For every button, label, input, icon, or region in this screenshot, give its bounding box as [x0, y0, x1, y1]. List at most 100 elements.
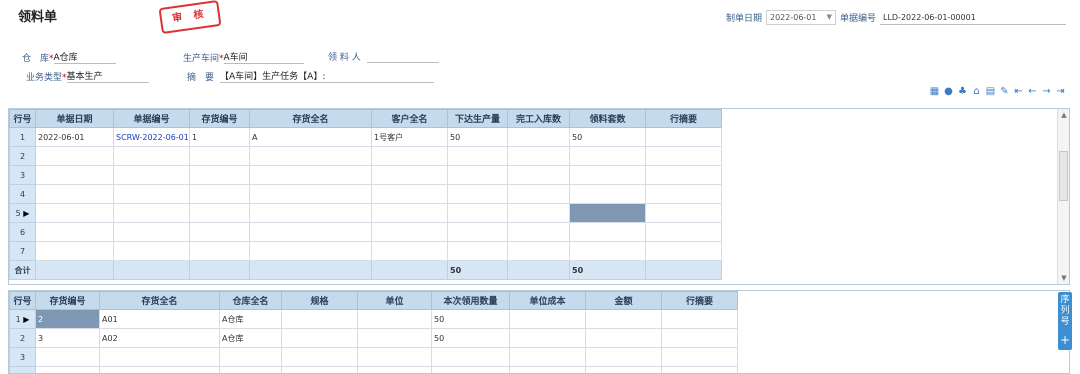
table-cell[interactable]: A仓库: [219, 309, 282, 329]
scroll-up-icon[interactable]: ▲: [1058, 109, 1069, 121]
col-header[interactable]: 行摘要: [645, 109, 722, 128]
table-cell[interactable]: A01: [99, 309, 220, 329]
date-field[interactable]: 2022-06-01 ▼: [765, 10, 836, 25]
table-row[interactable]: 1 ▶ 2 A01 A仓库 50: [9, 309, 738, 329]
row-number[interactable]: 2: [9, 328, 36, 348]
col-header[interactable]: 领料套数: [569, 109, 646, 128]
picker-input[interactable]: [366, 62, 439, 63]
workshop-input[interactable]: A车间: [223, 50, 304, 64]
col-header[interactable]: 存货编号: [189, 109, 250, 128]
add-serial-button[interactable]: +: [1058, 334, 1072, 348]
col-header[interactable]: 存货全名: [249, 109, 372, 128]
table-cell[interactable]: [509, 309, 586, 329]
table-cell[interactable]: 1: [189, 127, 250, 147]
table-cell[interactable]: [509, 328, 586, 348]
table-cell[interactable]: [357, 328, 432, 348]
table-row[interactable]: 6: [9, 222, 722, 242]
col-header[interactable]: 下达生产量: [447, 109, 508, 128]
selected-cell[interactable]: 2: [35, 309, 100, 329]
table-cell[interactable]: [357, 309, 432, 329]
picker-field[interactable]: 领 料 人: [328, 50, 439, 63]
task-link[interactable]: SCRW-2022-06-01-(: [113, 127, 190, 147]
row-number[interactable]: 1: [9, 127, 36, 147]
table-cell[interactable]: [585, 328, 662, 348]
row-number[interactable]: 1 ▶: [9, 309, 36, 329]
scroll-down-icon[interactable]: ▼: [1058, 272, 1069, 284]
table-row[interactable]: 7: [9, 241, 722, 261]
table-cell[interactable]: A: [249, 127, 372, 147]
table-cell[interactable]: [661, 328, 738, 348]
col-header[interactable]: 存货全名: [99, 291, 220, 310]
current-row-icon: ▶: [23, 314, 30, 324]
next-icon[interactable]: →: [1041, 86, 1052, 97]
row-number[interactable]: 3: [9, 165, 36, 185]
table-cell[interactable]: [645, 127, 722, 147]
table-cell[interactable]: 1号客户: [371, 127, 448, 147]
calc-icon[interactable]: ▤: [985, 86, 996, 97]
row-number[interactable]: 5 ▶: [9, 203, 36, 223]
org-icon[interactable]: ♣: [957, 86, 968, 97]
table-row[interactable]: 4: [9, 366, 738, 373]
col-header[interactable]: 仓库全名: [219, 291, 282, 310]
table-cell[interactable]: [281, 309, 358, 329]
material-table: 行号 存货编号 存货全名 仓库全名 规格 单位 本次领用数量 单位成本 金额 行…: [9, 291, 738, 373]
grid-icon[interactable]: ▦: [929, 86, 940, 97]
col-header[interactable]: 单据日期: [35, 109, 114, 128]
summary-field[interactable]: 摘 要 【A车间】生产任务【A】:: [187, 69, 435, 83]
col-header[interactable]: 单位成本: [509, 291, 586, 310]
first-icon[interactable]: ⇤: [1013, 86, 1024, 97]
col-header[interactable]: 单位: [357, 291, 432, 310]
selected-cell[interactable]: [569, 203, 646, 223]
billno-field[interactable]: LLD-2022-06-01-00001: [880, 11, 1066, 25]
table-cell[interactable]: A仓库: [219, 328, 282, 348]
row-number[interactable]: 4: [9, 366, 36, 373]
table-cell[interactable]: [661, 309, 738, 329]
row-number[interactable]: 4: [9, 184, 36, 204]
table-row[interactable]: 2: [9, 146, 722, 166]
col-header[interactable]: 本次领用数量: [431, 291, 510, 310]
table-cell[interactable]: [585, 309, 662, 329]
table-cell[interactable]: 50: [447, 127, 508, 147]
col-header[interactable]: 客户全名: [371, 109, 448, 128]
col-header[interactable]: 存货编号: [35, 291, 100, 310]
table-row[interactable]: 5 ▶: [9, 203, 722, 223]
chevron-down-icon[interactable]: ▼: [827, 11, 832, 24]
table-cell[interactable]: 2022-06-01: [35, 127, 114, 147]
workshop-field[interactable]: 生产车间 * A车间: [183, 50, 304, 64]
table-cell[interactable]: [507, 127, 570, 147]
attach-icon[interactable]: ✎: [999, 86, 1010, 97]
scroll-thumb[interactable]: [1059, 151, 1068, 201]
table-row[interactable]: 3: [9, 347, 738, 367]
table-cell[interactable]: A02: [99, 328, 220, 348]
table-row[interactable]: 3: [9, 165, 722, 185]
row-number[interactable]: 7: [9, 241, 36, 261]
chat-icon[interactable]: ●: [943, 86, 954, 97]
table-row[interactable]: 4: [9, 184, 722, 204]
table-cell[interactable]: 50: [431, 309, 510, 329]
table-cell[interactable]: 50: [569, 127, 646, 147]
last-icon[interactable]: ⇥: [1055, 86, 1066, 97]
col-header[interactable]: 行号: [9, 291, 36, 310]
col-header[interactable]: 规格: [281, 291, 358, 310]
table-cell[interactable]: [281, 328, 358, 348]
col-header[interactable]: 金额: [585, 291, 662, 310]
table-cell[interactable]: 3: [35, 328, 100, 348]
row-number[interactable]: 3: [9, 347, 36, 367]
home-icon[interactable]: ⌂: [971, 86, 982, 97]
table-row[interactable]: 1 2022-06-01 SCRW-2022-06-01-( 1 A 1号客户 …: [9, 127, 722, 147]
col-header[interactable]: 完工入库数: [507, 109, 570, 128]
summary-input[interactable]: 【A车间】生产任务【A】:: [220, 69, 435, 83]
table-row[interactable]: 2 3 A02 A仓库 50: [9, 328, 738, 348]
col-header[interactable]: 行号: [9, 109, 36, 128]
col-header[interactable]: 行摘要: [661, 291, 738, 310]
warehouse-input[interactable]: A仓库: [53, 50, 116, 64]
col-header[interactable]: 单据编号: [113, 109, 190, 128]
prev-icon[interactable]: ←: [1027, 86, 1038, 97]
biztype-field[interactable]: 业务类型 * 基本生产: [26, 69, 149, 83]
table-cell[interactable]: 50: [431, 328, 510, 348]
warehouse-field[interactable]: 仓 库 * A仓库: [22, 50, 116, 64]
biztype-input[interactable]: 基本生产: [66, 69, 149, 83]
row-number[interactable]: 2: [9, 146, 36, 166]
vertical-scrollbar[interactable]: ▲ ▼: [1057, 109, 1069, 284]
row-number[interactable]: 6: [9, 222, 36, 242]
